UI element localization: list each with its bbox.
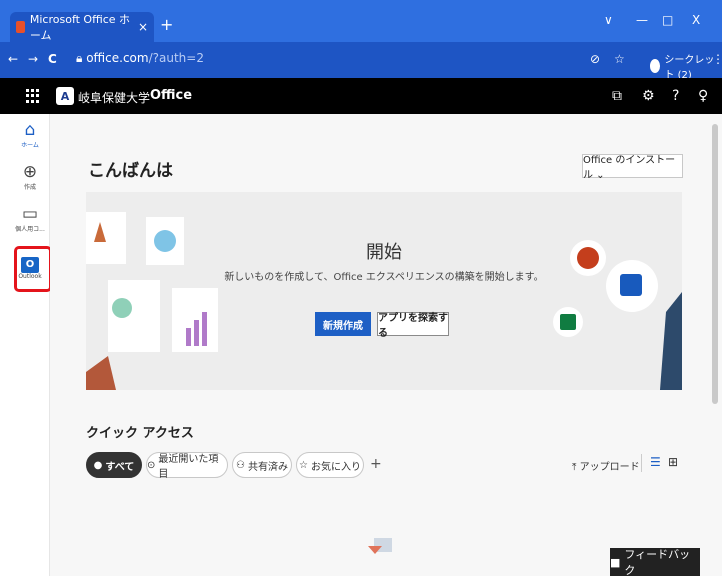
banner-subtitle: 新しいものを作成して、Office エクスペリエンスの構築を開始します。	[224, 272, 544, 283]
help-icon[interactable]: ?	[672, 88, 679, 104]
minimize-button[interactable]: —	[636, 13, 648, 27]
explore-apps-button[interactable]: アプリを探索する	[377, 312, 449, 339]
clock-icon: ⊙	[147, 459, 156, 471]
rail-label-create: 作成	[23, 184, 36, 191]
filter-chip-all[interactable]: ● すべて	[86, 452, 142, 478]
chip-label: 最近開いた項目	[158, 454, 219, 480]
org-name[interactable]: 岐阜保健大学	[78, 89, 150, 106]
tab-close-icon[interactable]: ×	[138, 20, 148, 34]
create-plus-icon: ⊕	[22, 162, 38, 182]
add-filter-icon[interactable]: +	[370, 456, 382, 472]
chart-doc-card	[108, 280, 160, 352]
incognito-avatar-icon	[650, 59, 661, 73]
banner-illustration	[86, 212, 682, 390]
chip-label: お気に入り	[310, 461, 361, 473]
reload-button[interactable]: C	[48, 52, 57, 66]
rail-item-my-content[interactable]: ▭ 個人用コ...	[10, 204, 50, 233]
browser-tab[interactable]: Microsoft Office ホーム ×	[10, 12, 154, 42]
feedback-button[interactable]: ■ フィードバック	[610, 548, 700, 577]
people-icon: ⚇	[236, 459, 245, 471]
close-window-button[interactable]: X	[692, 13, 700, 27]
pie-icon	[112, 298, 132, 318]
rail-item-home[interactable]: ⌂ ホーム	[10, 120, 50, 149]
new-tab-button[interactable]: +	[160, 15, 173, 34]
filter-chip-favorites[interactable]: ☆ お気に入り	[296, 452, 364, 478]
empty-state-illustration	[368, 538, 392, 554]
browser-tab-bar: Microsoft Office ホーム × + ∨ — □ X	[0, 0, 722, 42]
install-office-button[interactable]: Office のインストール ⌄	[582, 154, 683, 181]
feedback-square-icon: ■	[610, 555, 621, 569]
left-app-rail: ⌂ ホーム ⊕ 作成 ▭ 個人用コ... O Outlook	[10, 114, 52, 576]
star-icon: ☆	[299, 459, 308, 471]
address-bar: ← → C 🔒︎ office.com/?auth=2 ⊘ ☆ シークレット (…	[0, 42, 722, 81]
upload-icon: ⤒	[572, 462, 577, 473]
new-create-button[interactable]: 新規作成	[315, 312, 371, 336]
rail-label-home: ホーム	[21, 142, 39, 149]
main-content: こんばんは Office のインストール ⌄ 開始 新しいものを作成して、Off…	[50, 114, 722, 576]
incognito-eye-icon[interactable]: ⊘	[590, 52, 600, 66]
bookmark-star-icon[interactable]: ☆	[614, 52, 625, 66]
person-right	[660, 292, 682, 390]
excel-icon	[560, 314, 576, 330]
feedback-label: フィードバック	[624, 548, 691, 577]
feedback-icon[interactable]: ⧉	[612, 88, 622, 104]
url-path: /?auth=2	[148, 51, 204, 65]
folder-icon: ▭	[21, 204, 39, 224]
window-left-edge	[0, 114, 10, 576]
settings-icon[interactable]: ⚙	[642, 88, 655, 104]
list-view-icon[interactable]: ☰	[650, 455, 661, 469]
tab-search-icon[interactable]: ∨	[604, 13, 613, 27]
url-host: office.com	[86, 51, 149, 65]
all-icon: ●	[93, 459, 103, 471]
maximize-button[interactable]: □	[662, 13, 673, 27]
banner-title: 開始	[366, 242, 402, 263]
tab-title: Microsoft Office ホーム	[29, 13, 131, 42]
upload-label: アップロード	[579, 462, 640, 473]
office-header: A 岐阜保健大学 Office ⧉ ⚙ ? ♀	[0, 78, 722, 114]
app-launcher-icon[interactable]	[26, 89, 40, 103]
upload-button[interactable]: ⤒ アップロード	[572, 458, 640, 473]
forward-button[interactable]: →	[28, 52, 38, 66]
hand-bottom-left	[86, 356, 116, 390]
url-field[interactable]: 🔒︎ office.com/?auth=2	[76, 51, 204, 66]
chip-label: すべて	[105, 461, 135, 473]
filter-chip-shared[interactable]: ⚇ 共有済み	[232, 452, 292, 478]
rail-label-my-content: 個人用コ...	[15, 226, 45, 233]
quick-access-title: クイック アクセス	[86, 426, 194, 441]
rail-item-create[interactable]: ⊕ 作成	[10, 162, 50, 191]
greeting: こんばんは	[88, 161, 173, 181]
account-icon[interactable]: ♀	[698, 88, 708, 104]
get-started-banner: 開始 新しいものを作成して、Office エクスペリエンスの構築を開始します。 …	[86, 192, 682, 390]
grid-view-icon[interactable]: ⊞	[668, 455, 678, 469]
page-scrollbar[interactable]	[712, 124, 718, 404]
university-logo: A	[56, 87, 74, 105]
office-favicon-icon	[16, 21, 25, 33]
toolbar-divider	[641, 454, 642, 472]
outlook-highlight-box	[14, 246, 52, 292]
filter-chip-recent[interactable]: ⊙ 最近開いた項目	[146, 452, 228, 480]
app-name[interactable]: Office	[150, 88, 192, 103]
back-button[interactable]: ←	[8, 52, 18, 66]
home-icon: ⌂	[24, 120, 36, 140]
browser-menu-icon[interactable]: ⋮	[712, 52, 722, 66]
chip-label: 共有済み	[247, 461, 288, 473]
lock-icon: 🔒︎	[76, 51, 87, 65]
